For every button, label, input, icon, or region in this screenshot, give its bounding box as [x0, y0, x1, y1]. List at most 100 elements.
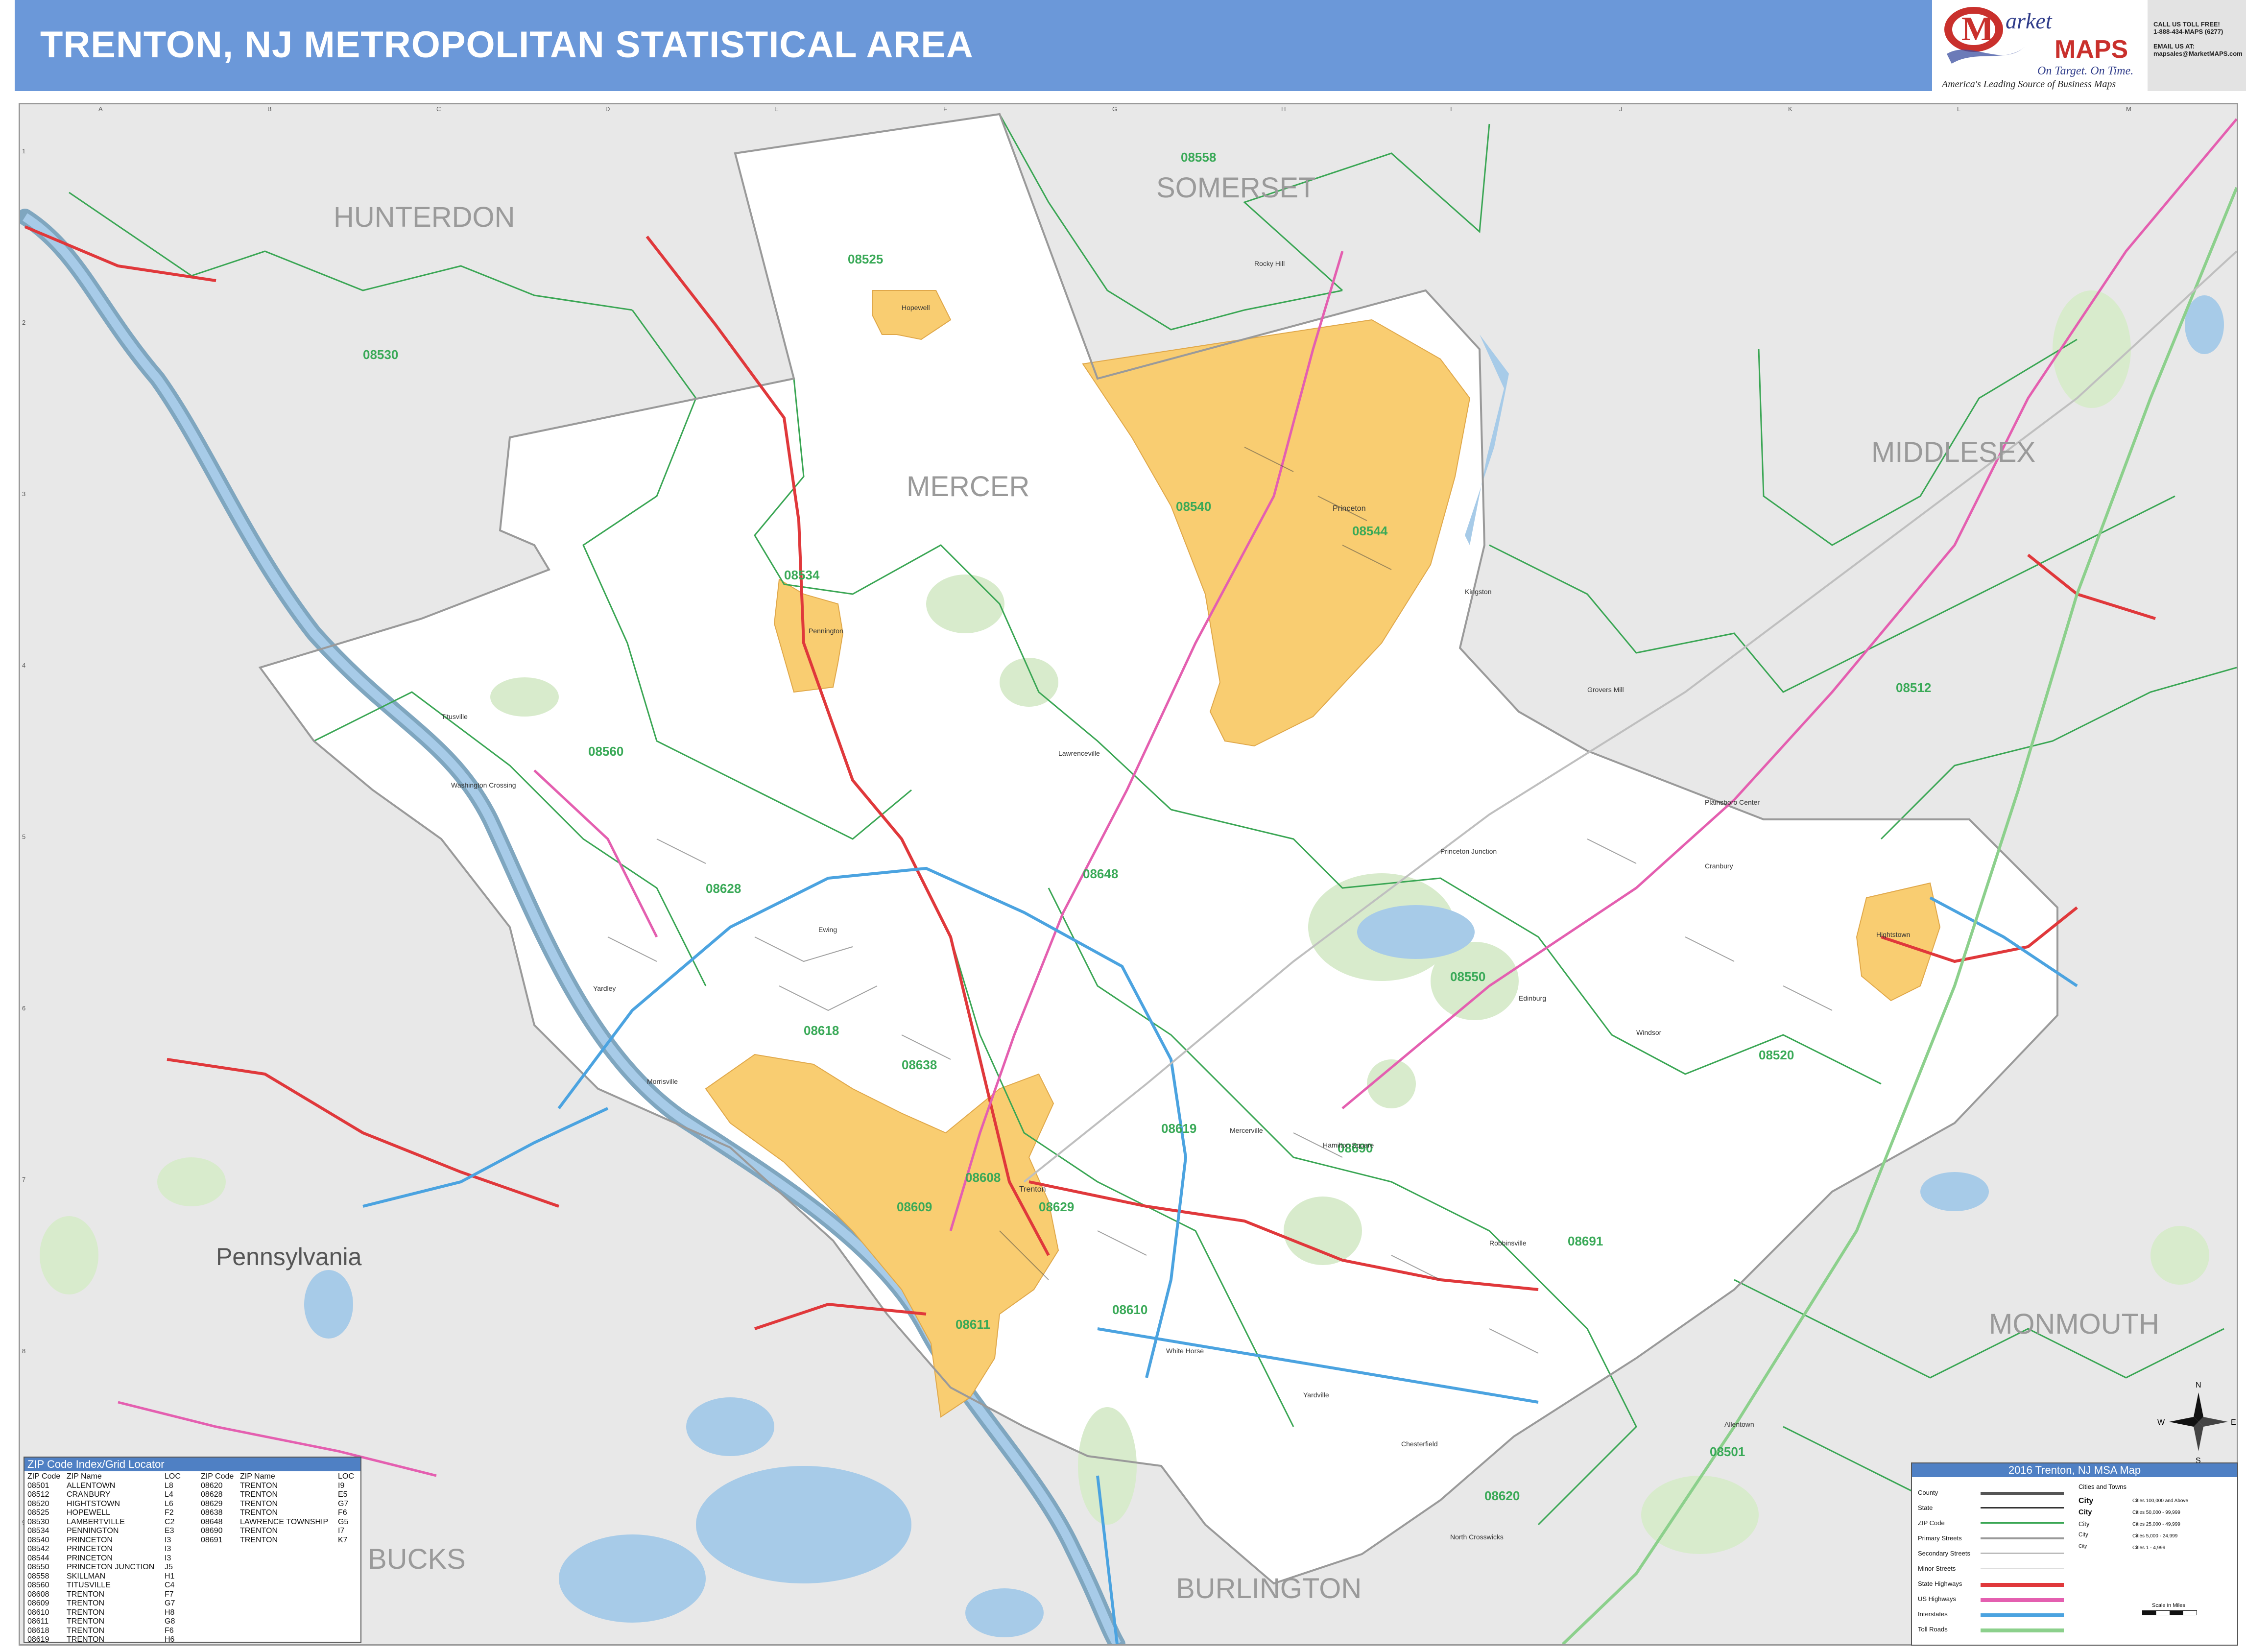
- lake: [1357, 905, 1475, 959]
- zip-index-row: 08691 TRENTON K7: [201, 1536, 358, 1545]
- place-label: Plainsboro Center: [1705, 798, 1760, 806]
- place-label: Princeton: [1333, 504, 1366, 513]
- zip-label: 08512: [1896, 680, 1931, 695]
- interstate: [362, 1107, 609, 1208]
- county-label-middlesex: MIDDLESEX: [1871, 436, 2035, 468]
- legend-city-label: City: [2079, 1508, 2092, 1516]
- zip-index-title: ZIP Code Index/Grid Locator: [24, 1458, 360, 1471]
- place-label: Yardville: [1303, 1391, 1329, 1399]
- zip-index-cell: 08691: [201, 1535, 223, 1544]
- zip-index-cell: HOPEWELL: [67, 1508, 110, 1517]
- place-label: Rocky Hill: [1254, 260, 1285, 267]
- compass-west-arrow: [2169, 1417, 2198, 1427]
- logo-graphic: M arket MAPS On Target. On Time. America…: [1941, 7, 2133, 90]
- zip-index-cell: SKILLMAN: [67, 1572, 106, 1580]
- zip-index-cell: G7: [165, 1599, 175, 1607]
- state-highway: [167, 1058, 559, 1208]
- place-label: White Horse: [1166, 1347, 1204, 1355]
- zip-index-cell: 08512: [27, 1490, 49, 1499]
- zip-index-cell: CRANBURY: [67, 1490, 111, 1499]
- zip-index-cell: 08690: [201, 1527, 223, 1535]
- logo-subtagline: America's Leading Source of Business Map…: [1941, 79, 2116, 90]
- legend-city-label: City: [2079, 1520, 2090, 1528]
- logo-market-text: arket: [2006, 8, 2053, 33]
- place-label: Hightstown: [1876, 931, 1910, 938]
- zip-index-row: 08610 TRENTON H8: [27, 1608, 184, 1618]
- park: [1284, 1197, 1362, 1265]
- zip-index-cell: 08610: [27, 1608, 49, 1617]
- zip-index-row: 08638 TRENTON F6: [201, 1508, 358, 1518]
- contact-line: CALL US TOLL FREE!: [2153, 21, 2220, 28]
- zip-index-cell: TRENTON: [240, 1481, 278, 1490]
- legend-city-size: Cities 1 - 4,999: [2132, 1545, 2166, 1551]
- zip-index-cell: PRINCETON: [67, 1545, 113, 1553]
- legend-item-swatch: [1981, 1537, 2064, 1539]
- place-label: North Crosswicks: [1450, 1533, 1504, 1541]
- legend-item-swatch: [1981, 1598, 2064, 1602]
- mercer-county-area: [260, 114, 2057, 1583]
- legend-item-label: State Highways: [1918, 1580, 1962, 1587]
- zip-index-cell: 08530: [27, 1517, 49, 1526]
- park: [40, 1216, 98, 1294]
- grid-column-label: L: [1957, 105, 1960, 113]
- zip-index-header-cell: ZIP Name: [67, 1472, 102, 1481]
- zip-index-header-cell: ZIP Name: [240, 1472, 275, 1481]
- zip-boundary: [1489, 495, 2175, 693]
- legend-item-swatch: [1981, 1492, 2064, 1495]
- grid-row-label: 1: [22, 147, 25, 155]
- legend-item-swatch: [1981, 1553, 2064, 1554]
- zip-index-cell: 08544: [27, 1554, 49, 1562]
- zip-index-row: 08609 TRENTON G7: [27, 1599, 184, 1608]
- county-label-burlington: BURLINGTON: [1176, 1573, 1362, 1604]
- compass-n: N: [2196, 1381, 2201, 1389]
- zip-index-cell: F6: [165, 1626, 174, 1635]
- contact-email[interactable]: mapsales@MarketMAPS.com: [2153, 50, 2246, 57]
- place-label: Titusville: [441, 713, 468, 720]
- zip-index-row: 08608 TRENTON F7: [27, 1590, 184, 1600]
- zip-label: 08501: [1710, 1444, 1745, 1459]
- zip-index-cell: TRENTON: [240, 1508, 278, 1517]
- legend-item-label: Primary Streets: [1918, 1534, 1962, 1542]
- zip-index-cell: TRENTON: [240, 1535, 278, 1544]
- park: [157, 1157, 226, 1206]
- zip-label: 08544: [1352, 524, 1388, 538]
- county-label-hunterdon: HUNTERDON: [334, 201, 515, 233]
- zip-index-cell: TITUSVILLE: [67, 1581, 111, 1589]
- zip-index-right-column: ZIP Code ZIP Name LOC 08620 TRENTON I9 08628 TR…: [201, 1472, 358, 1545]
- zip-index-cell: 08609: [27, 1599, 49, 1607]
- place-label: Kingston: [1465, 588, 1491, 596]
- legend-city-size: Cities 5,000 - 24,999: [2132, 1533, 2178, 1539]
- zip-index-header-cell: ZIP Code: [201, 1472, 234, 1481]
- map-frame: ABCDEFGHIJKLM 123456789 HUNTERDON SOMERS…: [19, 103, 2238, 1646]
- zip-index-cell: PRINCETON: [67, 1535, 113, 1544]
- zip-index-header-cell: LOC: [338, 1472, 354, 1481]
- zip-index-cell: PRINCETON: [67, 1554, 113, 1562]
- grid-row-label: 7: [22, 1176, 25, 1183]
- map-canvas[interactable]: ABCDEFGHIJKLM 123456789 HUNTERDON SOMERS…: [20, 104, 2237, 1644]
- zip-label: 08525: [848, 252, 883, 266]
- zip-index-row: 08534 PENNINGTON E3: [27, 1527, 184, 1536]
- place-label: Hopewell: [902, 304, 930, 311]
- zip-index-row: 08520 HIGHTSTOWN L6: [27, 1500, 184, 1509]
- zip-label: 08611: [956, 1317, 990, 1332]
- zip-index-row: 08629 TRENTON G7: [201, 1500, 358, 1509]
- zip-index-cell: PENNINGTON: [67, 1527, 119, 1535]
- zip-index-cell: 08540: [27, 1535, 49, 1544]
- zip-index-cell: I7: [338, 1527, 345, 1535]
- zip-label: 08638: [902, 1057, 937, 1072]
- zip-label: 08608: [965, 1170, 1001, 1185]
- zip-boundary: [1880, 667, 2237, 840]
- zip-label: 08530: [363, 347, 398, 362]
- zip-label: 08629: [1039, 1199, 1074, 1214]
- title-bar: TRENTON, NJ METROPOLITAN STATISTICAL ARE…: [15, 0, 1932, 91]
- legend-item-swatch: [1981, 1522, 2064, 1524]
- legend-title: 2016 Trenton, NJ MSA Map: [1912, 1463, 2237, 1477]
- zip-index-cell: C4: [165, 1581, 175, 1589]
- zip-index-row: 08619 TRENTON H6: [27, 1635, 184, 1642]
- zip-index-cell: 08638: [201, 1508, 223, 1517]
- zip-index-row: 08544 PRINCETON I3: [27, 1554, 184, 1563]
- legend-item-label: Toll Roads: [1918, 1626, 1948, 1633]
- zip-index-cell: 08501: [27, 1481, 49, 1490]
- zip-index-cell: ALLENTOWN: [67, 1481, 116, 1490]
- compass-w: W: [2157, 1418, 2165, 1427]
